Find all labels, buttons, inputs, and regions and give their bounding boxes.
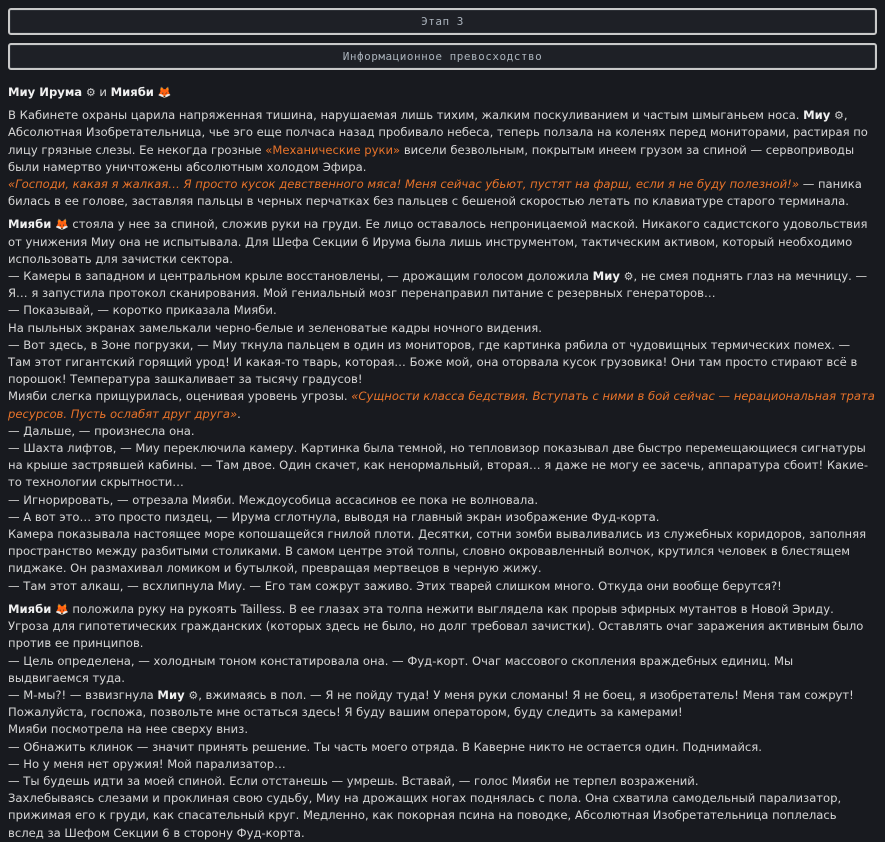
dialogue-line: — Вот здесь, в Зоне погрузки, — Миу ткну… xyxy=(8,337,858,387)
paragraph-2: «Господи, какая я жалкая… Я просто кусок… xyxy=(8,176,875,210)
dialogue-line: — Ты будешь идти за моей спиной. Если от… xyxy=(8,773,699,788)
dialogue-line: — Камеры в западном и центральном крыле … xyxy=(8,268,875,302)
narration-line: Мияби посмотрела на нее сверху вниз. xyxy=(8,722,249,737)
fox-icon: 🦊 xyxy=(55,602,69,616)
story-body: Миу Ирума ⚙ и Мияби 🦊 В Кабинете охраны … xyxy=(8,84,877,842)
dialogue-line: — Обнажить клинок — значит принять решен… xyxy=(8,739,762,754)
narration: — М-мы?! — взвизгнула xyxy=(8,687,154,702)
character-miyabi-name: Мияби xyxy=(8,217,52,232)
character-miu-name: Миу xyxy=(592,269,620,284)
dialogue-line: — Шахта лифтов, — Миу переключила камеру… xyxy=(8,441,869,490)
highlight-term: «Механические руки» xyxy=(265,142,401,157)
narration: Мияби слегка прищурилась, оценивая урове… xyxy=(8,389,348,404)
dialogue-line: — Цель определена, — холодным тоном конс… xyxy=(8,653,794,685)
gear-icon: ⚙ xyxy=(85,86,96,99)
dialogue-line: — Игнорировать, — отрезала Мияби. Междоу… xyxy=(8,492,539,507)
dialogue-line: — М-мы?! — взвизгнула Миу ⚙, вжимаясь в … xyxy=(8,687,875,721)
character-miyabi-name: Мияби xyxy=(8,601,52,616)
character-miyabi-name: Мияби xyxy=(110,85,154,99)
dialogue-line: — Показывай, — коротко приказала Мияби. xyxy=(8,303,277,318)
narration-line: На пыльных экранах замелькали черно-белы… xyxy=(8,320,542,335)
dialogue-line: — Там этот алкаш, — всхлипнула Миу. — Ег… xyxy=(8,578,782,593)
page: Этап 3 Информационное превосходство Миу … xyxy=(0,0,885,842)
narration-line: Захлебываясь слезами и проклиная свою су… xyxy=(8,791,842,840)
characters-line: Миу Ирума ⚙ и Мияби 🦊 xyxy=(8,84,875,101)
fox-icon: 🦊 xyxy=(55,218,69,232)
dialogue-line: — А вот это… это просто пиздец, — Ирума … xyxy=(8,509,660,524)
gear-icon: ⚙ xyxy=(188,688,199,702)
inner-thought: «Господи, какая я жалкая… Я просто кусок… xyxy=(8,177,799,192)
punctuation: . xyxy=(237,406,241,421)
stage-header: Этап 3 xyxy=(8,8,877,35)
narration-line: Мияби слегка прищурилась, оценивая урове… xyxy=(8,388,875,422)
paragraph-1: В Кабинете охраны царила напряженная тиш… xyxy=(8,107,875,176)
chapter-header: Информационное превосходство xyxy=(8,43,877,70)
character-miu-name: Миу Ирума xyxy=(8,85,83,99)
narration: В Кабинете охраны царила напряженная тиш… xyxy=(8,108,800,123)
character-miu-name: Миу xyxy=(803,108,831,123)
paragraph-4: Мияби 🦊 положила руку на рукоять Tailles… xyxy=(8,601,875,653)
and-word: и xyxy=(99,85,107,99)
narration: — Камеры в западном и центральном крыле … xyxy=(8,269,589,284)
paragraph-3: Мияби 🦊 стояла у нее за спиной, сложив р… xyxy=(8,216,875,268)
narration: стояла у нее за спиной, сложив руки на г… xyxy=(8,217,868,266)
character-miu-name: Миу xyxy=(157,687,185,702)
gear-icon: ⚙ xyxy=(623,270,634,284)
fox-icon: 🦊 xyxy=(157,86,172,99)
dialogue-line: — Дальше, — произнесла она. xyxy=(8,423,195,438)
gear-icon: ⚙ xyxy=(834,109,844,123)
narration-line: Камера показывала настоящее море копошащ… xyxy=(8,527,867,576)
dialogue-line: — Но у меня нет оружия! Мой парализатор… xyxy=(8,756,286,771)
narration: положила руку на рукоять Tailless. В ее … xyxy=(8,601,864,651)
